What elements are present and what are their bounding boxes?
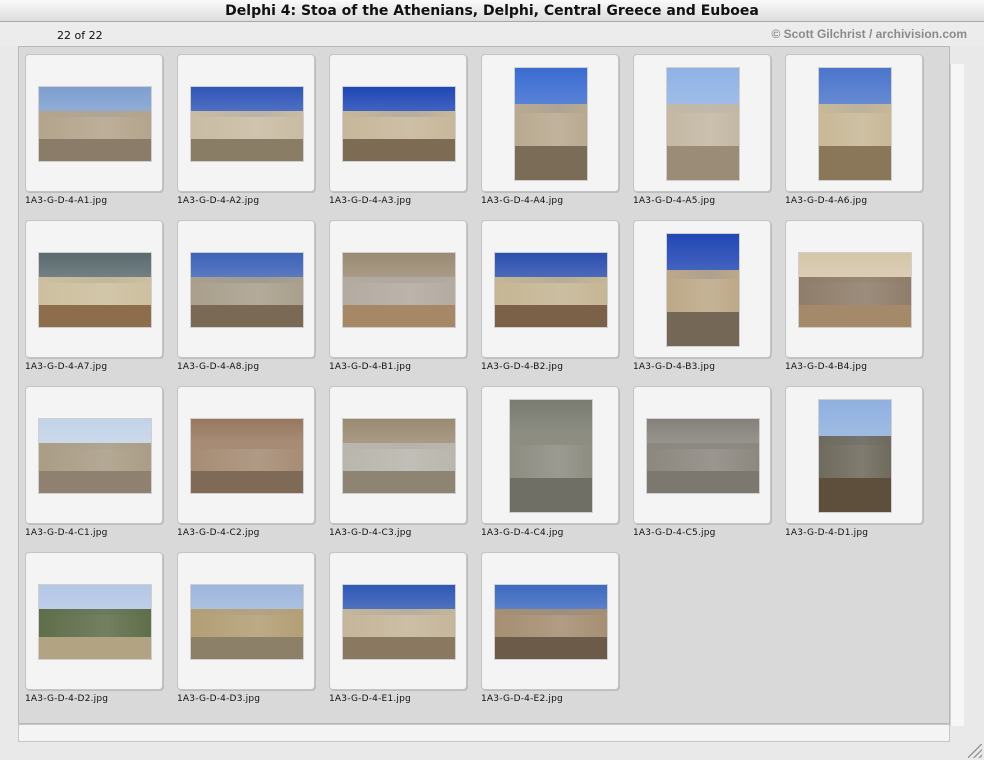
thumbnail-frame[interactable]	[177, 54, 315, 192]
thumbnail-image[interactable]	[647, 419, 759, 493]
thumbnail-item[interactable]: 1A3-G-D-4-A8.jpg	[177, 220, 317, 380]
thumbnail-frame[interactable]	[481, 552, 619, 690]
thumbnail-item[interactable]: 1A3-G-D-4-A7.jpg	[25, 220, 165, 380]
thumbnail-image[interactable]	[39, 585, 151, 659]
thumbnail-image[interactable]	[39, 87, 151, 161]
thumbnail-image[interactable]	[495, 585, 607, 659]
thumbnail-filename: 1A3-G-D-4-A5.jpg	[633, 196, 716, 206]
thumbnail-image[interactable]	[819, 400, 891, 512]
thumbnail-filename: 1A3-G-D-4-D3.jpg	[177, 694, 261, 704]
thumbnail-frame[interactable]	[481, 386, 619, 524]
thumbnail-item[interactable]: 1A3-G-D-4-A3.jpg	[329, 54, 469, 214]
thumbnail-item[interactable]: 1A3-G-D-4-C1.jpg	[25, 386, 165, 546]
thumbnail-item[interactable]: 1A3-G-D-4-A1.jpg	[25, 54, 165, 214]
thumbnail-filename: 1A3-G-D-4-C4.jpg	[481, 528, 564, 538]
thumbnail-frame[interactable]	[481, 54, 619, 192]
thumbnail-frame[interactable]	[25, 386, 163, 524]
thumbnail-frame[interactable]	[785, 220, 923, 358]
thumbnail-item[interactable]: 1A3-G-D-4-A4.jpg	[481, 54, 621, 214]
thumbnail-filename: 1A3-G-D-4-C5.jpg	[633, 528, 716, 538]
thumbnail-frame[interactable]	[177, 220, 315, 358]
thumbnail-image[interactable]	[667, 68, 739, 180]
info-bar: 22 of 22 © Scott Gilchrist / archivision…	[0, 22, 984, 46]
thumbnail-item[interactable]: 1A3-G-D-4-D2.jpg	[25, 552, 165, 712]
thumbnail-image[interactable]	[191, 87, 303, 161]
thumbnail-filename: 1A3-G-D-4-E2.jpg	[481, 694, 563, 704]
thumbnail-filename: 1A3-G-D-4-E1.jpg	[329, 694, 411, 704]
thumbnail-image[interactable]	[819, 68, 891, 180]
thumbnail-image[interactable]	[515, 68, 587, 180]
copyright-text: © Scott Gilchrist / archivision.com	[771, 27, 967, 41]
thumbnail-frame[interactable]	[329, 386, 467, 524]
thumbnail-image[interactable]	[510, 400, 592, 512]
thumbnail-item[interactable]: 1A3-G-D-4-A2.jpg	[177, 54, 317, 214]
thumbnail-frame[interactable]	[329, 552, 467, 690]
image-count: 22 of 22	[57, 29, 103, 42]
thumbnail-item[interactable]: 1A3-G-D-4-B3.jpg	[633, 220, 773, 380]
thumbnail-frame[interactable]	[329, 54, 467, 192]
horizontal-scrollbar[interactable]	[18, 724, 950, 742]
thumbnail-image[interactable]	[191, 253, 303, 327]
thumbnail-filename: 1A3-G-D-4-A8.jpg	[177, 362, 260, 372]
thumbnail-filename: 1A3-G-D-4-A1.jpg	[25, 196, 108, 206]
thumbnail-image[interactable]	[191, 419, 303, 493]
thumbnail-item[interactable]: 1A3-G-D-4-C5.jpg	[633, 386, 773, 546]
thumbnail-item[interactable]: 1A3-G-D-4-C4.jpg	[481, 386, 621, 546]
thumbnail-filename: 1A3-G-D-4-A4.jpg	[481, 196, 564, 206]
thumbnail-frame[interactable]	[633, 220, 771, 358]
thumbnail-image[interactable]	[667, 234, 739, 346]
thumbnail-item[interactable]: 1A3-G-D-4-A6.jpg	[785, 54, 925, 214]
thumbnail-item[interactable]: 1A3-G-D-4-E2.jpg	[481, 552, 621, 712]
window-titlebar[interactable]: Delphi 4: Stoa of the Athenians, Delphi,…	[0, 0, 984, 22]
thumbnail-item[interactable]: 1A3-G-D-4-E1.jpg	[329, 552, 469, 712]
resize-grip-icon[interactable]	[968, 744, 982, 758]
thumbnail-item[interactable]: 1A3-G-D-4-C2.jpg	[177, 386, 317, 546]
thumbnail-frame[interactable]	[785, 54, 923, 192]
thumbnail-image[interactable]	[495, 253, 607, 327]
thumbnail-image[interactable]	[39, 253, 151, 327]
thumbnail-filename: 1A3-G-D-4-A2.jpg	[177, 196, 260, 206]
thumbnail-filename: 1A3-G-D-4-B3.jpg	[633, 362, 716, 372]
thumbnail-frame[interactable]	[481, 220, 619, 358]
thumbnail-image[interactable]	[343, 419, 455, 493]
thumbnail-filename: 1A3-G-D-4-B1.jpg	[329, 362, 412, 372]
thumbnail-filename: 1A3-G-D-4-D1.jpg	[785, 528, 869, 538]
thumbnail-filename: 1A3-G-D-4-C2.jpg	[177, 528, 260, 538]
thumbnail-image[interactable]	[799, 253, 911, 327]
thumbnail-frame[interactable]	[25, 54, 163, 192]
thumbnail-frame[interactable]	[177, 552, 315, 690]
thumbnail-frame[interactable]	[785, 386, 923, 524]
thumbnail-item[interactable]: 1A3-G-D-4-B1.jpg	[329, 220, 469, 380]
thumbnail-item[interactable]: 1A3-G-D-4-D1.jpg	[785, 386, 925, 546]
thumbnail-frame[interactable]	[25, 220, 163, 358]
thumbnail-image[interactable]	[343, 87, 455, 161]
vertical-scrollbar[interactable]	[950, 64, 964, 726]
thumbnail-frame[interactable]	[633, 386, 771, 524]
thumbnail-item[interactable]: 1A3-G-D-4-D3.jpg	[177, 552, 317, 712]
thumbnail-filename: 1A3-G-D-4-A6.jpg	[785, 196, 868, 206]
thumbnail-filename: 1A3-G-D-4-B2.jpg	[481, 362, 564, 372]
thumbnail-image[interactable]	[191, 585, 303, 659]
thumbnail-image[interactable]	[343, 585, 455, 659]
thumbnail-filename: 1A3-G-D-4-C3.jpg	[329, 528, 412, 538]
thumbnail-filename: 1A3-G-D-4-A3.jpg	[329, 196, 412, 206]
thumbnail-item[interactable]: 1A3-G-D-4-A5.jpg	[633, 54, 773, 214]
thumbnail-image[interactable]	[39, 419, 151, 493]
thumbnail-frame[interactable]	[329, 220, 467, 358]
thumbnail-frame[interactable]	[25, 552, 163, 690]
thumbnail-image[interactable]	[343, 253, 455, 327]
thumbnail-item[interactable]: 1A3-G-D-4-B2.jpg	[481, 220, 621, 380]
thumbnail-filename: 1A3-G-D-4-A7.jpg	[25, 362, 108, 372]
thumbnail-item[interactable]: 1A3-G-D-4-C3.jpg	[329, 386, 469, 546]
thumbnail-item[interactable]: 1A3-G-D-4-B4.jpg	[785, 220, 925, 380]
window-title: Delphi 4: Stoa of the Athenians, Delphi,…	[225, 3, 759, 19]
thumbnail-filename: 1A3-G-D-4-B4.jpg	[785, 362, 868, 372]
thumbnail-filename: 1A3-G-D-4-C1.jpg	[25, 528, 108, 538]
thumbnail-frame[interactable]	[177, 386, 315, 524]
thumbnail-frame[interactable]	[633, 54, 771, 192]
thumbnail-filename: 1A3-G-D-4-D2.jpg	[25, 694, 109, 704]
